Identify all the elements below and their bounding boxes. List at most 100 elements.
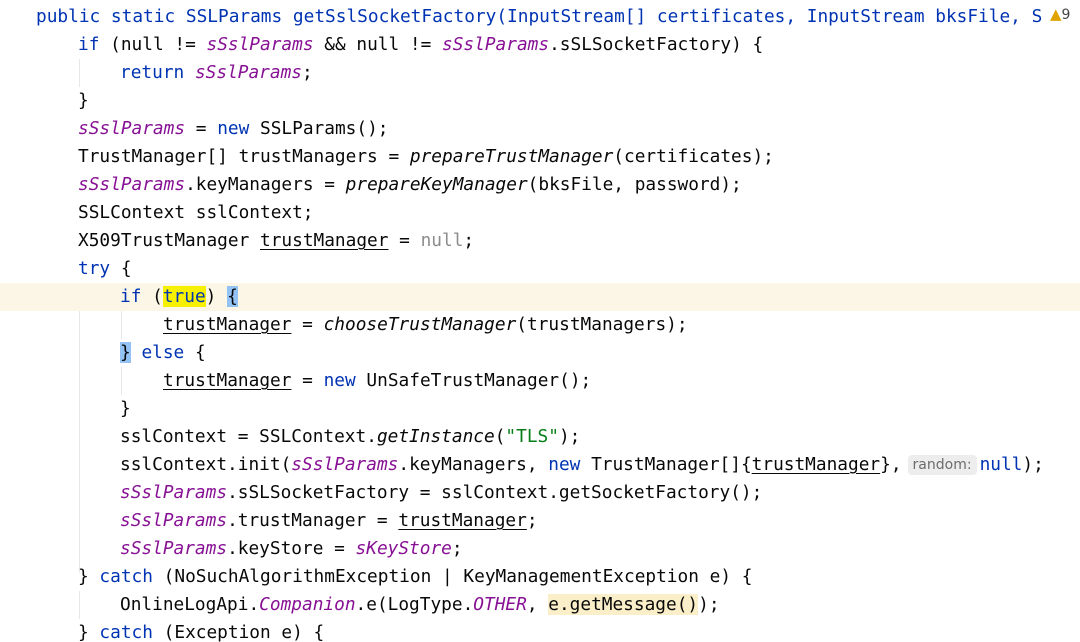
code-text: .keyManagers, [398,454,549,475]
static-field: sKeyStore [355,538,452,559]
matched-brace[interactable]: { [227,286,238,307]
code-text: (null != [99,34,207,55]
code-text: && null != [313,34,443,55]
code-text: (Exception e) { [152,622,325,642]
code-text: = [388,230,421,251]
keyword: new [217,118,250,139]
reassigned-variable: trustManager [398,510,527,531]
code-text: ; [302,62,313,83]
reassigned-variable: trustManager [163,314,292,335]
code-text: OnlineLogApi. [120,594,260,615]
code-line[interactable]: sSslParams.trustManager = trustManager; [0,507,1080,535]
code-text: = [291,370,324,391]
static-field: sSslParams [206,34,314,55]
code-line[interactable]: OnlineLogApi.Companion.e(LogType.OTHER, … [0,591,1080,619]
method-signature: public static SSLParams getSslSocketFact… [36,6,1043,27]
code-text: (trustManagers); [516,314,688,335]
code-editor[interactable]: public static SSLParams getSslSocketFact… [0,0,1080,642]
warning-triangle-icon: ▲ [1050,5,1062,23]
code-line[interactable]: TrustManager[] trustManagers = prepareTr… [0,143,1080,171]
code-text: sslContext = SSLContext. [120,426,377,447]
keyword: catch [99,622,153,642]
code-line[interactable]: if (null != sSslParams && null != sSslPa… [0,31,1080,59]
code-text: .trustManager = [227,510,399,531]
code-text: .keyStore = [227,538,356,559]
code-line[interactable]: sSslParams = new SSLParams(); [0,115,1080,143]
code-line[interactable]: sslContext.init(sSslParams.keyManagers, … [0,451,1080,479]
static-field: sSslParams [442,34,550,55]
code-text: } [78,566,100,587]
code-text: sslContext.init( [120,454,292,475]
code-line[interactable]: SSLContext sslContext; [0,199,1080,227]
code-text: ( [141,286,163,307]
keyword: try [78,258,111,279]
reassigned-variable: trustManager [751,454,881,475]
code-line[interactable]: sslContext = SSLContext.getInstance("TLS… [0,423,1080,451]
code-text: TrustManager[]{ [580,454,752,475]
code-line[interactable]: trustManager = new UnSafeTrustManager(); [0,367,1080,395]
reassigned-variable: trustManager [260,230,389,251]
code-line[interactable]: sSslParams.keyManagers = prepareKeyManag… [0,171,1080,199]
code-text: (certificates); [613,146,774,167]
static-method-call: prepareKeyManager [345,174,528,195]
code-text: UnSafeTrustManager(); [355,370,592,391]
matched-brace[interactable]: } [120,342,131,363]
static-field: sSslParams [120,510,228,531]
highlighted-expression[interactable]: e.getMessage() [548,594,699,615]
code-text: } [78,90,89,111]
code-text: } [120,398,131,419]
code-text: ; [463,230,475,251]
code-text: ) [205,286,228,307]
keyword: new [548,454,581,475]
code-text: (NoSuchAlgorithmException | KeyManagemen… [152,566,753,587]
keyword: catch [99,566,153,587]
code-text: SSLContext sslContext; [78,202,314,223]
code-line[interactable]: } [0,87,1080,115]
code-line[interactable]: } [0,395,1080,423]
static-field: sSslParams [194,62,303,83]
code-text: , [526,594,549,615]
code-line[interactable]: return sSslParams; [0,59,1080,87]
static-field: sSslParams [78,174,186,195]
code-line[interactable]: } catch (Exception e) { [0,619,1080,642]
static-field: sSslParams [291,454,399,475]
code-text: ( [494,426,506,447]
code-line[interactable]: X509TrustManager trustManager = null; [0,227,1080,255]
enum-constant: OTHER [473,594,527,615]
warnings-indicator[interactable]: ▲9 [1046,3,1071,25]
code-text: }, [880,454,902,475]
code-text: TrustManager[] trustManagers = [78,146,410,167]
code-text: } [78,622,100,642]
static-field: sSslParams [120,482,228,503]
code-text: ); [558,426,581,447]
static-field: sSslParams [120,538,228,559]
code-line[interactable]: sSslParams.keyStore = sKeyStore; [0,535,1080,563]
string-literal: "TLS" [505,426,559,447]
code-line[interactable]: trustManager = chooseTrustManager(trustM… [0,311,1080,339]
code-line[interactable]: } catch (NoSuchAlgorithmException | KeyM… [0,563,1080,591]
static-method-call: prepareTrustManager [409,146,614,167]
warning-count: 9 [1061,7,1071,23]
code-text: { [110,258,132,279]
static-method-call: getInstance [376,426,495,447]
code-text: ); [1022,454,1044,475]
keyword: null [979,454,1023,475]
code-text: (bksFile, password); [527,174,742,195]
code-text: = [185,118,218,139]
highlighted-literal[interactable]: true [162,286,206,307]
code-line[interactable]: } else { [0,339,1080,367]
static-field: sSslParams [78,118,186,139]
null-literal: null [420,230,464,251]
code-line[interactable]: try { [0,255,1080,283]
code-text: X509TrustManager [78,230,260,251]
code-line-current[interactable]: if (true) { [0,283,1080,311]
code-text: = [291,314,324,335]
code-line[interactable]: public static SSLParams getSslSocketFact… [0,3,1080,31]
code-text: ); [698,594,720,615]
code-text: { [184,342,206,363]
keyword: else [141,342,185,363]
code-line[interactable]: sSslParams.sSLSocketFactory = sslContext… [0,479,1080,507]
keyword: new [323,370,356,391]
